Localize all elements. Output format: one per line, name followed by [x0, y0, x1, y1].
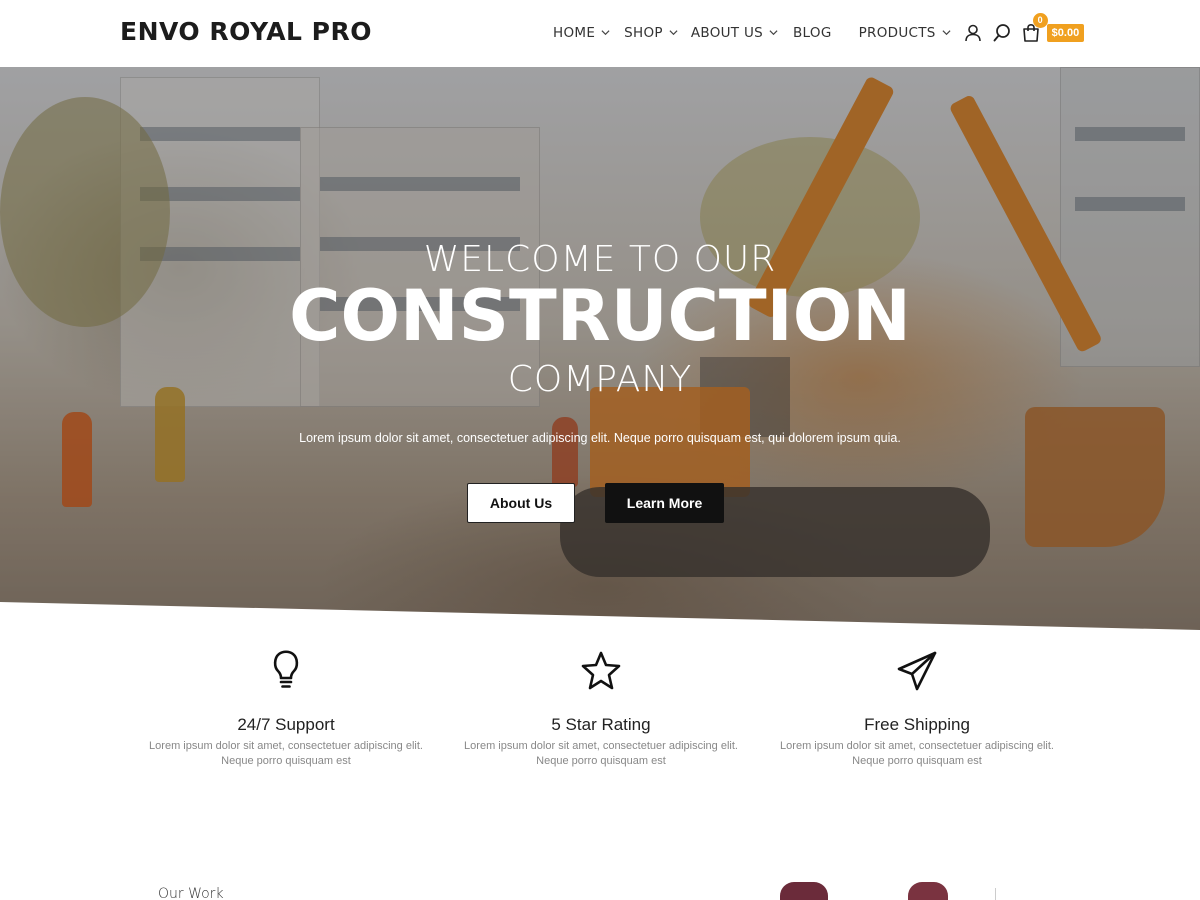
star-icon: [581, 651, 621, 690]
cart-total-badge[interactable]: $0.00: [1046, 24, 1085, 42]
hero-section: WELCOME TO OUR CONSTRUCTION COMPANY Lore…: [0, 67, 1200, 637]
chevron-down-icon: [601, 29, 610, 35]
cart-button[interactable]: 0: [1021, 13, 1048, 43]
hero-subtitle: Lorem ipsum dolor sit amet, consectetuer…: [299, 431, 901, 445]
cart-count-badge: 0: [1032, 13, 1048, 28]
nav-label-blog: BLOG: [793, 25, 832, 41]
feature-description: Lorem ipsum dolor sit amet, consectetuer…: [149, 740, 423, 767]
feature-rating: 5 Star Rating Lorem ipsum dolor sit amet…: [451, 648, 751, 769]
search-icon[interactable]: [992, 23, 1012, 43]
team-photo: [780, 882, 828, 900]
learn-more-button[interactable]: Learn More: [605, 483, 724, 523]
feature-description: Lorem ipsum dolor sit amet, consectetuer…: [780, 740, 1054, 767]
nav-item-shop[interactable]: SHOP: [624, 25, 678, 41]
main-nav: HOME SHOP ABOUT US BLOG PRODUCTS 0 $0.00: [553, 13, 1085, 44]
hero-title-line1: WELCOME TO OUR: [423, 239, 777, 280]
nav-label-products: PRODUCTS: [858, 25, 936, 41]
feature-description: Lorem ipsum dolor sit amet, consectetuer…: [464, 740, 738, 767]
hero-title-main: CONSTRUCTION: [289, 275, 911, 357]
nav-item-blog[interactable]: BLOG: [793, 25, 832, 41]
hero-title-line3: COMPANY: [507, 359, 693, 400]
nav-item-about-us[interactable]: ABOUT US: [691, 25, 778, 41]
feature-title: 5 Star Rating: [551, 715, 651, 734]
feature-support: 24/7 Support Lorem ipsum dolor sit amet,…: [136, 648, 436, 769]
paper-plane-icon: [897, 651, 937, 691]
site-logo[interactable]: ENVO ROYAL PRO: [120, 17, 372, 46]
nav-label-about-us: ABOUT US: [690, 25, 763, 41]
section-title-our-work: Our Work: [158, 886, 224, 900]
feature-title: 24/7 Support: [237, 715, 335, 734]
about-us-button[interactable]: About Us: [467, 483, 575, 523]
nav-label-shop: SHOP: [624, 25, 663, 41]
chevron-down-icon: [942, 29, 951, 35]
nav-item-products[interactable]: PRODUCTS: [859, 25, 951, 41]
nav-label-home: HOME: [553, 25, 596, 41]
chevron-down-icon: [769, 29, 778, 35]
site-header: ENVO ROYAL PRO HOME SHOP ABOUT US BLOG P…: [0, 0, 1200, 67]
team-photo: [908, 882, 948, 900]
nav-item-home[interactable]: HOME: [553, 25, 610, 41]
feature-shipping: Free Shipping Lorem ipsum dolor sit amet…: [767, 648, 1067, 769]
user-icon[interactable]: [963, 23, 983, 43]
lightbulb-icon: [273, 650, 299, 688]
feature-title: Free Shipping: [864, 715, 970, 734]
chevron-down-icon: [669, 29, 678, 35]
